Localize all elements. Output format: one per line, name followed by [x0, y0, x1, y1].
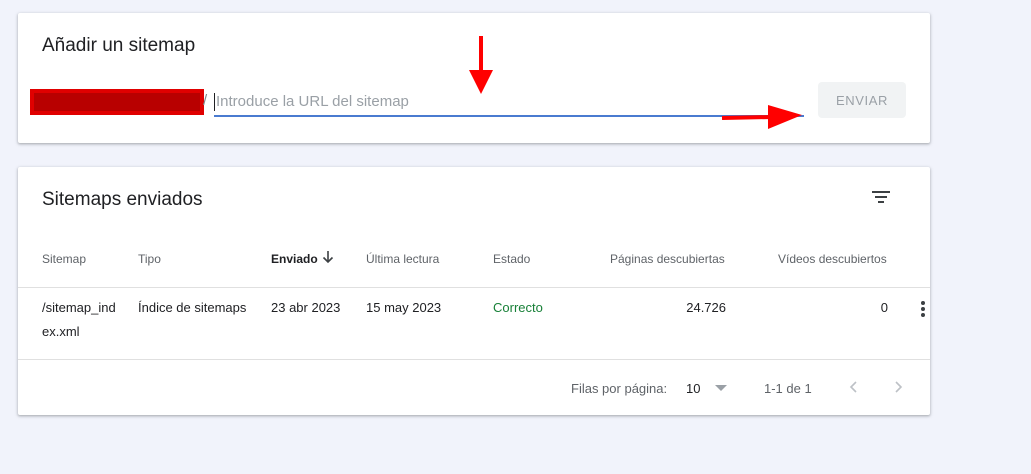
redacted-domain — [30, 89, 204, 115]
column-header-sitemap[interactable]: Sitemap — [42, 252, 86, 266]
annotation-arrow-right-icon — [721, 105, 802, 129]
chevron-left-icon[interactable] — [844, 377, 864, 397]
status-badge: Correcto — [493, 300, 543, 315]
cell-videos: 0 — [880, 300, 888, 315]
cell-enviado: 23 abr 2023 — [271, 300, 341, 315]
column-header-paginas-descubiertas[interactable]: Páginas descubiertas — [610, 252, 725, 266]
sitemap-url-input[interactable] — [214, 87, 804, 117]
pagination-range: 1-1 de 1 — [764, 381, 812, 396]
add-sitemap-title: Añadir un sitemap — [42, 35, 196, 56]
arrow-down-icon[interactable] — [320, 249, 336, 265]
url-prefix-slash: / — [203, 92, 208, 109]
column-header-videos-descubiertos[interactable]: Vídeos descubiertos — [778, 252, 887, 266]
rows-per-page-select[interactable]: 10 — [686, 381, 700, 396]
submit-sitemap-button[interactable]: ENVIAR — [818, 82, 906, 118]
submitted-sitemaps-card: Sitemaps enviados Sitemap Tipo Enviado Ú… — [18, 167, 930, 415]
cell-ultima-lectura: 15 may 2023 — [366, 300, 442, 315]
row-divider — [18, 359, 930, 360]
text-caret — [214, 93, 215, 111]
chevron-right-icon[interactable] — [888, 377, 908, 397]
column-header-enviado[interactable]: Enviado — [271, 252, 318, 266]
rows-per-page-label: Filas por página: — [571, 381, 668, 396]
column-header-ultima-lectura[interactable]: Última lectura — [366, 252, 439, 266]
cell-tipo: Índice de sitemaps — [138, 300, 247, 315]
cell-sitemap: /sitemap_index.xml — [42, 300, 116, 339]
column-header-estado[interactable]: Estado — [493, 252, 530, 266]
column-header-tipo[interactable]: Tipo — [138, 252, 161, 266]
filter-icon[interactable] — [870, 186, 892, 208]
more-vert-icon[interactable] — [920, 301, 926, 319]
annotation-arrow-down-icon — [469, 36, 493, 94]
header-divider — [18, 287, 930, 288]
cell-paginas: 24.726 — [686, 300, 726, 315]
dropdown-caret-icon[interactable] — [715, 385, 727, 391]
submitted-sitemaps-title: Sitemaps enviados — [42, 189, 203, 210]
